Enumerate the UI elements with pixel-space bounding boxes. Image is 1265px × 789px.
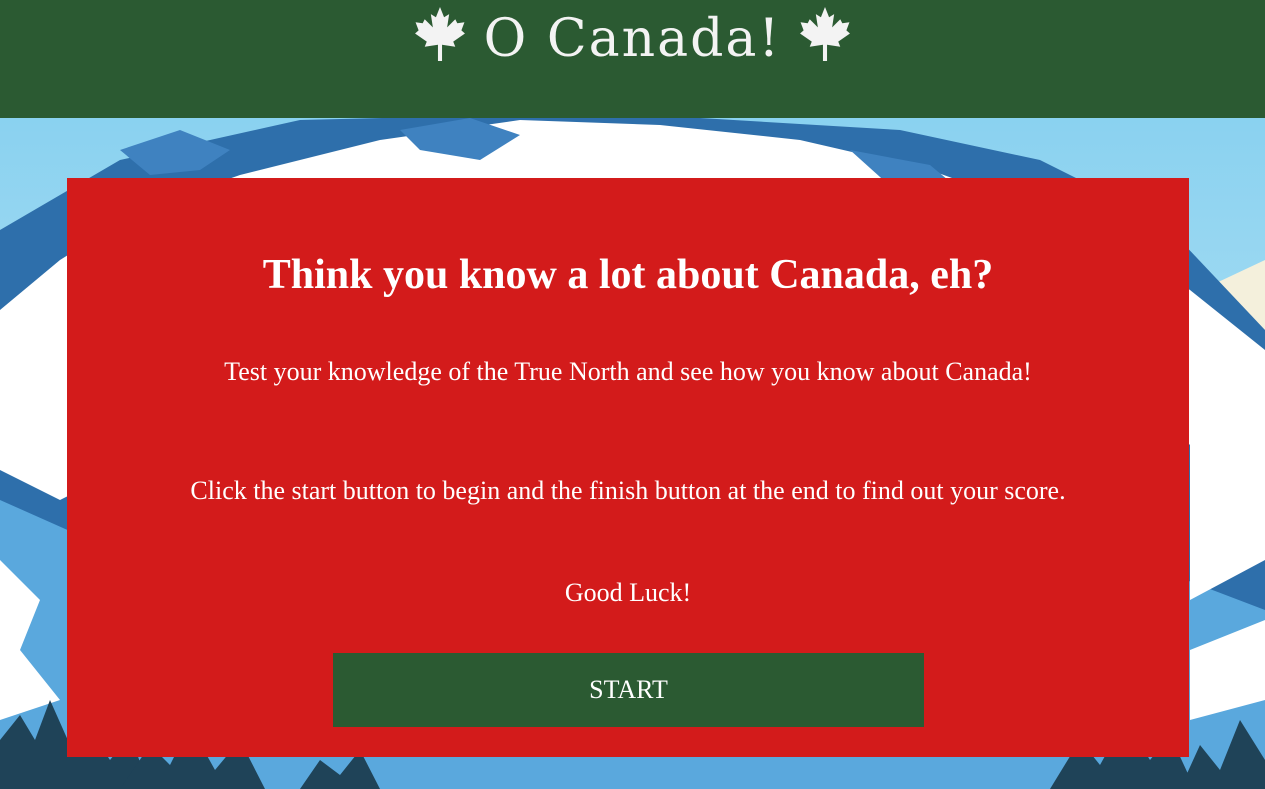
intro-text: Test your knowledge of the True North an…	[224, 357, 1032, 386]
header-bar: O Canada!	[0, 0, 1265, 118]
maple-leaf-icon	[414, 7, 465, 61]
start-button[interactable]: START	[333, 653, 924, 727]
page-title: O Canada!	[483, 9, 782, 69]
good-luck-text: Good Luck!	[564, 578, 692, 607]
instructions-text: Click the start button to begin and the …	[190, 476, 1066, 505]
page-title-row: O Canada!	[0, 4, 1265, 74]
maple-leaf-icon	[800, 7, 851, 61]
card-heading: Think you know a lot about Canada, eh?	[262, 252, 994, 298]
quiz-start-page: O Canada! Think you know a lot about Can…	[0, 0, 1265, 789]
